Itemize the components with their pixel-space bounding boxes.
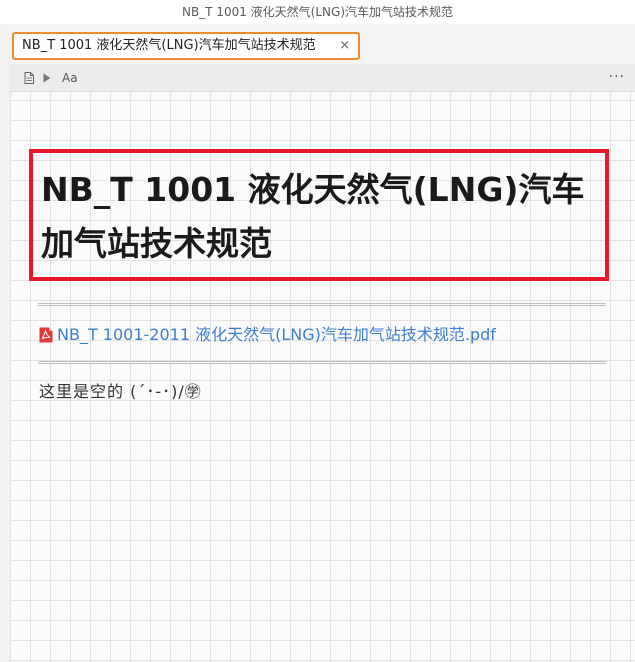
- font-settings-button[interactable]: Aa: [62, 64, 78, 92]
- pdf-icon: [39, 327, 53, 343]
- divider-top: [38, 303, 606, 306]
- divider-bottom: [38, 361, 606, 364]
- page-title: NB_T 1001 液化天然气(LNG)汽车加气站技术规范: [41, 170, 585, 263]
- tab-close-button[interactable]: ×: [339, 34, 350, 58]
- editor-toolbar: Aa ···: [10, 64, 635, 92]
- title-highlight-box: NB_T 1001 液化天然气(LNG)汽车加气站技术规范: [29, 149, 609, 281]
- tab-bar: NB_T 1001 液化天然气(LNG)汽车加气站技术规范 ×: [10, 24, 635, 64]
- tab-label: NB_T 1001 液化天然气(LNG)汽车加气站技术规范: [22, 38, 316, 53]
- empty-note: 这里是空的 (´･-･)/㊫: [39, 382, 202, 401]
- window-title: NB_T 1001 液化天然气(LNG)汽车加气站技术规范: [0, 0, 635, 24]
- tab-document[interactable]: NB_T 1001 液化天然气(LNG)汽车加气站技术规范 ×: [12, 32, 360, 60]
- more-options-button[interactable]: ···: [609, 64, 625, 90]
- left-sidebar-strip: [0, 24, 11, 662]
- play-icon[interactable]: [43, 73, 51, 83]
- pdf-attachment-label: NB_T 1001-2011 液化天然气(LNG)汽车加气站技术规范.pdf: [57, 325, 496, 344]
- document-icon[interactable]: [24, 72, 34, 84]
